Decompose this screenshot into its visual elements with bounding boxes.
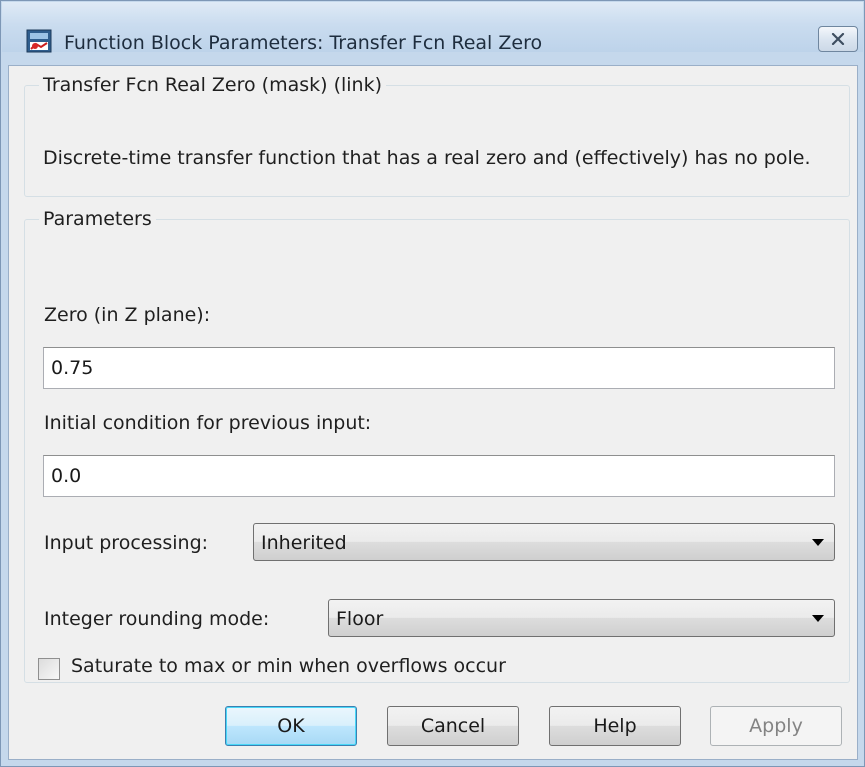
- apply-button[interactable]: Apply: [710, 706, 842, 746]
- description-group-title: Transfer Fcn Real Zero (mask) (link): [43, 74, 383, 96]
- initial-condition-input[interactable]: [43, 455, 835, 497]
- initial-condition-label: Initial condition for previous input:: [44, 412, 372, 434]
- input-processing-label: Input processing:: [44, 532, 209, 554]
- title-bar[interactable]: Function Block Parameters: Transfer Fcn …: [2, 2, 863, 54]
- simulink-block-icon: [26, 29, 52, 53]
- rounding-mode-value: Floor: [336, 608, 384, 630]
- parameters-group: Parameters Zero (in Z plane): Initial co…: [24, 208, 850, 683]
- zero-input[interactable]: [43, 347, 835, 389]
- close-icon: [831, 33, 845, 45]
- chevron-down-icon: [812, 615, 824, 622]
- description-group: Transfer Fcn Real Zero (mask) (link) Dis…: [24, 74, 850, 197]
- rounding-mode-label: Integer rounding mode:: [44, 608, 270, 630]
- rounding-mode-select[interactable]: Floor: [328, 599, 835, 637]
- chevron-down-icon: [812, 539, 824, 546]
- input-processing-select[interactable]: Inherited: [253, 523, 835, 561]
- input-processing-value: Inherited: [261, 532, 347, 554]
- saturate-label[interactable]: Saturate to max or min when overflows oc…: [71, 655, 506, 677]
- cancel-button[interactable]: Cancel: [387, 706, 519, 746]
- dialog-client-area: Transfer Fcn Real Zero (mask) (link) Dis…: [8, 65, 858, 760]
- window-title: Function Block Parameters: Transfer Fcn …: [64, 32, 543, 54]
- dialog-window: Function Block Parameters: Transfer Fcn …: [0, 0, 865, 767]
- zero-label: Zero (in Z plane):: [44, 304, 211, 326]
- block-description: Discrete-time transfer function that has…: [43, 147, 811, 169]
- ok-button[interactable]: OK: [225, 706, 357, 746]
- close-button[interactable]: [818, 26, 858, 52]
- help-button[interactable]: Help: [549, 706, 681, 746]
- saturate-checkbox[interactable]: [38, 658, 60, 680]
- parameters-group-title: Parameters: [43, 208, 152, 230]
